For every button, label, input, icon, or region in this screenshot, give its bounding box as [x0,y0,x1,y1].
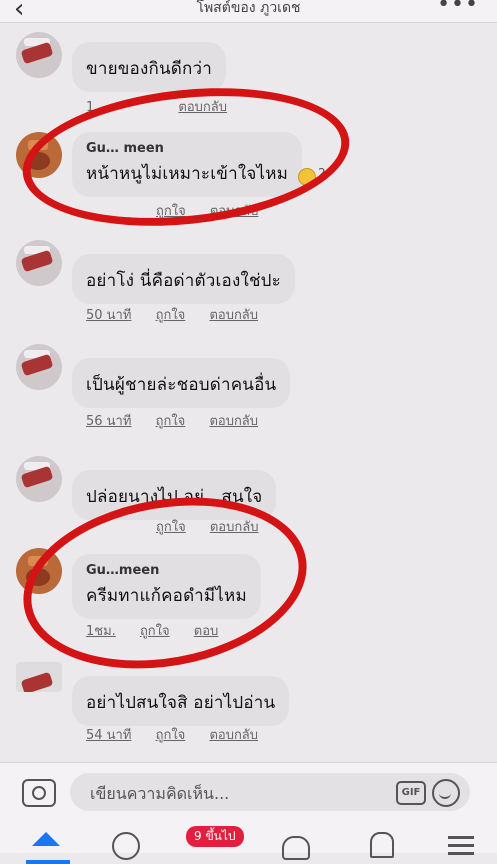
reply-link[interactable]: ตอบกลับ [210,204,259,219]
home-icon[interactable] [26,828,70,864]
profile-icon[interactable] [106,828,146,860]
comment-meta: 50 นาที ถูกใจ ตอบกลับ [86,304,278,325]
like-link[interactable]: ถูกใจ [156,308,186,323]
avatar[interactable] [16,132,62,178]
like-link[interactable]: ถูกใจ [156,204,186,219]
comment-text: ขายของกินดีกว่า [86,59,212,79]
top-bar: ‹ โพสต์ของ ภูวเดช ••• [0,0,497,24]
comment-meta: 1 ตอบกลับ [86,96,247,117]
comment-bubble: เป็นผู้ชายล่ะชอบด่าคนอื่น [72,358,291,408]
reply-link[interactable]: ตอบกลับ [209,308,258,323]
comment-composer: เขียนความคิดเห็น... GIF [0,762,497,823]
like-link[interactable]: ถูกใจ [156,414,186,429]
comment-meta: 1ชม. ถูกใจ ตอบ [86,620,238,641]
comment-text: ปล่อยนางไป อย่…สนใจ [86,487,263,507]
reply-link[interactable]: ตอบกลับ [209,728,258,743]
comment-bubble: Gu… meen หน้าหนูไม่เหมาะเข้าใจไหม [72,132,303,197]
reply-link[interactable]: ตอบกลับ [210,520,259,535]
comment-text: อย่าโง่ นี่คือด่าตัวเองใช่ปะ [86,271,282,291]
like-link[interactable]: ถูกใจ [140,624,170,639]
like-link[interactable]: ถูกใจ [156,520,186,535]
notification-badge[interactable]: 9 ขึ้นไป [186,826,244,847]
avatar[interactable] [16,344,62,390]
haha-reaction-icon[interactable] [298,168,316,186]
comment-text: เป็นผู้ชายล่ะชอบด่าคนอื่น [86,375,277,395]
comment-bubble: ปล่อยนางไป อย่…สนใจ [72,470,277,520]
avatar[interactable] [16,662,62,692]
comment-bubble: ขายของกินดีกว่า [72,42,226,92]
dating-icon[interactable] [276,828,316,860]
reply-link[interactable]: ตอบกลับ [178,100,227,115]
avatar[interactable] [16,548,62,594]
comment-meta: ถูกใจ ตอบกลับ [86,200,278,221]
comment-meta: 54 นาที ถูกใจ ตอบกลับ [86,724,278,745]
emoji-icon[interactable] [432,779,460,807]
bottom-nav: 9 ขึ้นไป [0,822,497,864]
like-link[interactable]: ถูกใจ [156,728,186,743]
avatar[interactable] [16,32,62,78]
comment-time[interactable]: 56 นาที [86,414,131,429]
avatar[interactable] [16,240,62,286]
reaction-count[interactable]: 2 [318,166,326,180]
menu-icon[interactable] [444,828,484,858]
avatar[interactable] [16,456,62,502]
comment-placeholder[interactable]: เขียนความคิดเห็น... [90,782,229,807]
camera-icon[interactable] [22,779,56,807]
comment-bubble: Gu…meen ครีมทาแก้คอดำมีไหม [72,554,261,619]
comment-meta: 56 นาที ถูกใจ ตอบกลับ [86,410,278,431]
comment-text: อย่าไปสนใจสิ อย่าไปอ่าน [86,693,276,713]
commenter-name[interactable]: Gu…meen [86,563,247,578]
bell-icon[interactable] [362,828,402,858]
comment-text: ครีมทาแก้คอดำมีไหม [86,586,247,606]
comment-time[interactable]: 50 นาที [86,308,131,323]
comment-meta: ถูกใจ ตอบกลับ [86,516,278,537]
commenter-name[interactable]: Gu… meen [86,141,288,156]
comment-bubble: อย่าโง่ นี่คือด่าตัวเองใช่ปะ [72,254,296,304]
comment-time[interactable]: 1ชม. [86,624,116,639]
comment-bubble: อย่าไปสนใจสิ อย่าไปอ่าน [72,676,290,726]
more-icon[interactable]: ••• [437,0,479,17]
comment-text: หน้าหนูไม่เหมาะเข้าใจไหม [86,164,289,184]
gif-icon[interactable]: GIF [396,781,426,805]
reply-link[interactable]: ตอบกลับ [209,414,258,429]
page-title: โพสต์ของ ภูวเดช [196,0,301,16]
comment-time[interactable]: 54 นาที [86,728,131,743]
comment-input[interactable]: เขียนความคิดเห็น... GIF [70,773,470,811]
comment-time[interactable]: 1 [86,100,94,115]
reply-link[interactable]: ตอบ [194,624,219,639]
